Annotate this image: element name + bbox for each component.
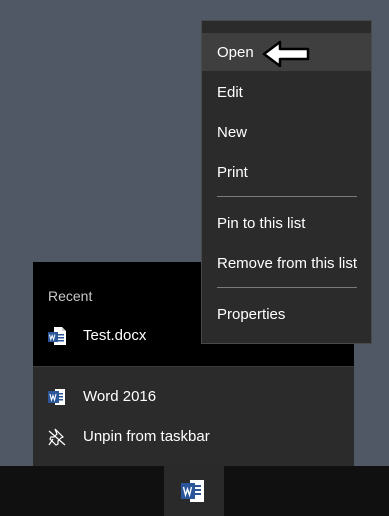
- word-document-icon: [48, 327, 66, 345]
- menu-item-print-label: Print: [217, 163, 248, 181]
- menu-separator: [217, 287, 357, 288]
- context-menu: Open Edit New Print Pin to this list Rem…: [201, 20, 372, 344]
- menu-item-edit-label: Edit: [217, 83, 243, 101]
- task-word-2016[interactable]: Word 2016: [33, 378, 354, 414]
- menu-item-properties[interactable]: Properties: [202, 295, 371, 333]
- menu-item-pin-to-list[interactable]: Pin to this list: [202, 204, 371, 242]
- task-unpin-from-taskbar[interactable]: Unpin from taskbar: [33, 418, 354, 454]
- menu-item-print[interactable]: Print: [202, 153, 371, 191]
- menu-item-new-label: New: [217, 123, 248, 141]
- jump-list-divider: [33, 366, 354, 367]
- word-app-icon: [181, 480, 204, 502]
- taskbar-word-button[interactable]: [164, 466, 224, 516]
- menu-item-new[interactable]: New: [202, 113, 371, 151]
- task-label-word: Word 2016: [83, 387, 157, 405]
- word-app-icon: [48, 389, 65, 405]
- unpin-icon: [48, 428, 66, 446]
- menu-item-remove-from-list[interactable]: Remove from this list: [202, 244, 371, 282]
- recent-item-label: Test.docx: [83, 326, 147, 344]
- taskbar: [0, 466, 389, 516]
- pointer-arrow-icon: [262, 40, 310, 68]
- menu-item-open-label: Open: [217, 43, 254, 61]
- menu-separator: [217, 196, 357, 197]
- menu-item-pin-label: Pin to this list: [217, 214, 306, 232]
- recent-heading: Recent: [48, 288, 93, 304]
- menu-item-edit[interactable]: Edit: [202, 73, 371, 111]
- task-label-unpin: Unpin from taskbar: [83, 427, 210, 445]
- menu-item-remove-label: Remove from this list: [217, 254, 358, 272]
- menu-item-properties-label: Properties: [217, 305, 286, 323]
